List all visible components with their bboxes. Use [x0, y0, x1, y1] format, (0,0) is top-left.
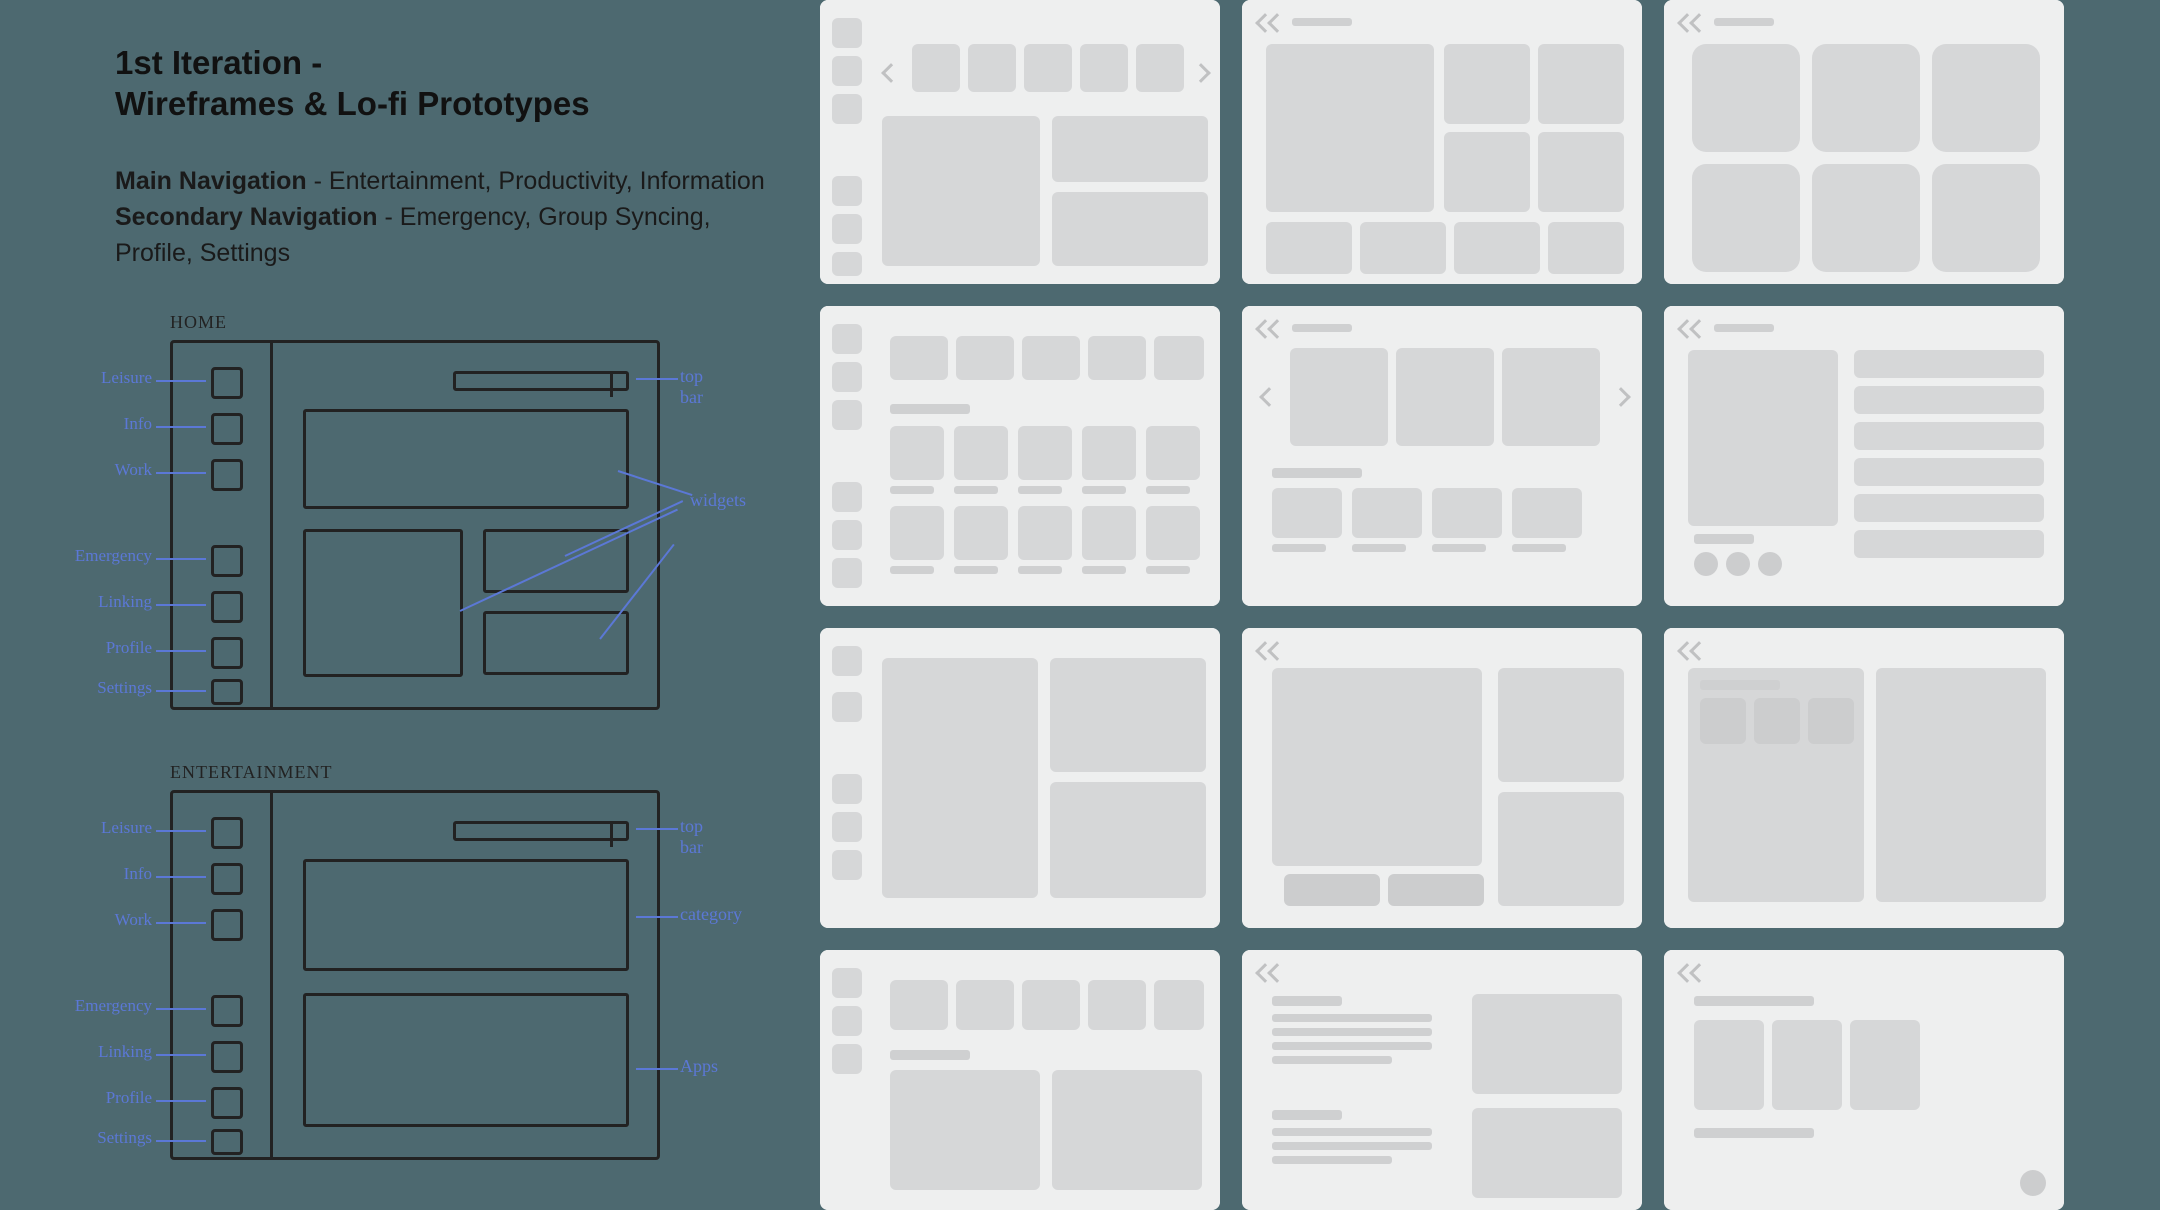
sk-item-work [211, 909, 243, 941]
sketch-ent-label: ENTERTAINMENT [170, 762, 332, 783]
anno-widgets: widgets [690, 490, 746, 511]
sk-item-linking [211, 591, 243, 623]
sk-item-profile [211, 1087, 243, 1119]
sketch-entertainment: ENTERTAINMENT Leisure Info Work Emergenc… [170, 790, 660, 1160]
wf-grid-1 [1242, 0, 1642, 284]
anno-apps: Apps [680, 1056, 718, 1077]
anno-profile: Profile [72, 1088, 152, 1108]
sketch-frame [170, 340, 660, 710]
anno-category: category [680, 904, 742, 925]
wf-player [1242, 628, 1642, 928]
anno-info: Info [72, 864, 152, 884]
anno-profile: Profile [72, 638, 152, 658]
wf-detail [1664, 306, 2064, 606]
wf-gallery [1664, 950, 2064, 1210]
title-line-2: Wireframes & Lo-fi Prototypes [115, 83, 795, 124]
anno-settings: Settings [72, 678, 152, 698]
sk-topbar [453, 371, 629, 391]
anno-topbar: top bar [680, 366, 703, 408]
anno-emergency: Emergency [52, 996, 152, 1016]
wf-feed [1242, 950, 1642, 1210]
sk-apps [303, 993, 629, 1127]
anno-linking: Linking [72, 592, 152, 612]
title-line-1: 1st Iteration - [115, 42, 795, 83]
anno-linking: Linking [72, 1042, 152, 1062]
anno-leisure: Leisure [72, 818, 152, 838]
sk-item-emergency [211, 995, 243, 1027]
sk-topbar [453, 821, 629, 841]
anno-topbar: top bar [680, 816, 703, 858]
heading-block: 1st Iteration - Wireframes & Lo-fi Proto… [115, 42, 795, 271]
anno-work: Work [72, 460, 152, 480]
wf-article [1664, 628, 2064, 928]
secondary-nav-label: Secondary Navigation [115, 203, 378, 231]
sk-category [303, 859, 629, 971]
sk-item-info [211, 413, 243, 445]
wf-home-1 [820, 0, 1220, 284]
anno-leisure: Leisure [72, 368, 152, 388]
sk-item-leisure [211, 367, 243, 399]
wf-grid-2 [820, 306, 1220, 606]
sk-item-emergency [211, 545, 243, 577]
main-nav-label: Main Navigation [115, 167, 307, 195]
sketch-home-label: HOME [170, 312, 227, 333]
anno-settings: Settings [72, 1128, 152, 1148]
wf-carousel [1242, 306, 1642, 606]
main-nav-items: - Entertainment, Productivity, Informati… [307, 167, 765, 195]
sk-item-leisure [211, 817, 243, 849]
sk-widget-big [303, 529, 463, 677]
anno-emergency: Emergency [52, 546, 152, 566]
wireframe-grid [820, 0, 2064, 1210]
sk-hero-widget [303, 409, 629, 509]
sk-item-settings [211, 679, 243, 705]
sketch-home: HOME Leisure Info Work Emergency Linking… [170, 340, 660, 710]
wf-tiles-1 [1664, 0, 2064, 284]
sk-item-settings [211, 1129, 243, 1155]
anno-info: Info [72, 414, 152, 434]
sk-item-work [211, 459, 243, 491]
sk-item-info [211, 863, 243, 895]
wf-list [820, 950, 1220, 1210]
anno-work: Work [72, 910, 152, 930]
sk-item-profile [211, 637, 243, 669]
sketch-frame [170, 790, 660, 1160]
sk-widget-small-a [483, 529, 629, 593]
nav-description: Main Navigation - Entertainment, Product… [115, 163, 795, 272]
sk-item-linking [211, 1041, 243, 1073]
sk-widget-small-b [483, 611, 629, 675]
wf-dashboard [820, 628, 1220, 928]
